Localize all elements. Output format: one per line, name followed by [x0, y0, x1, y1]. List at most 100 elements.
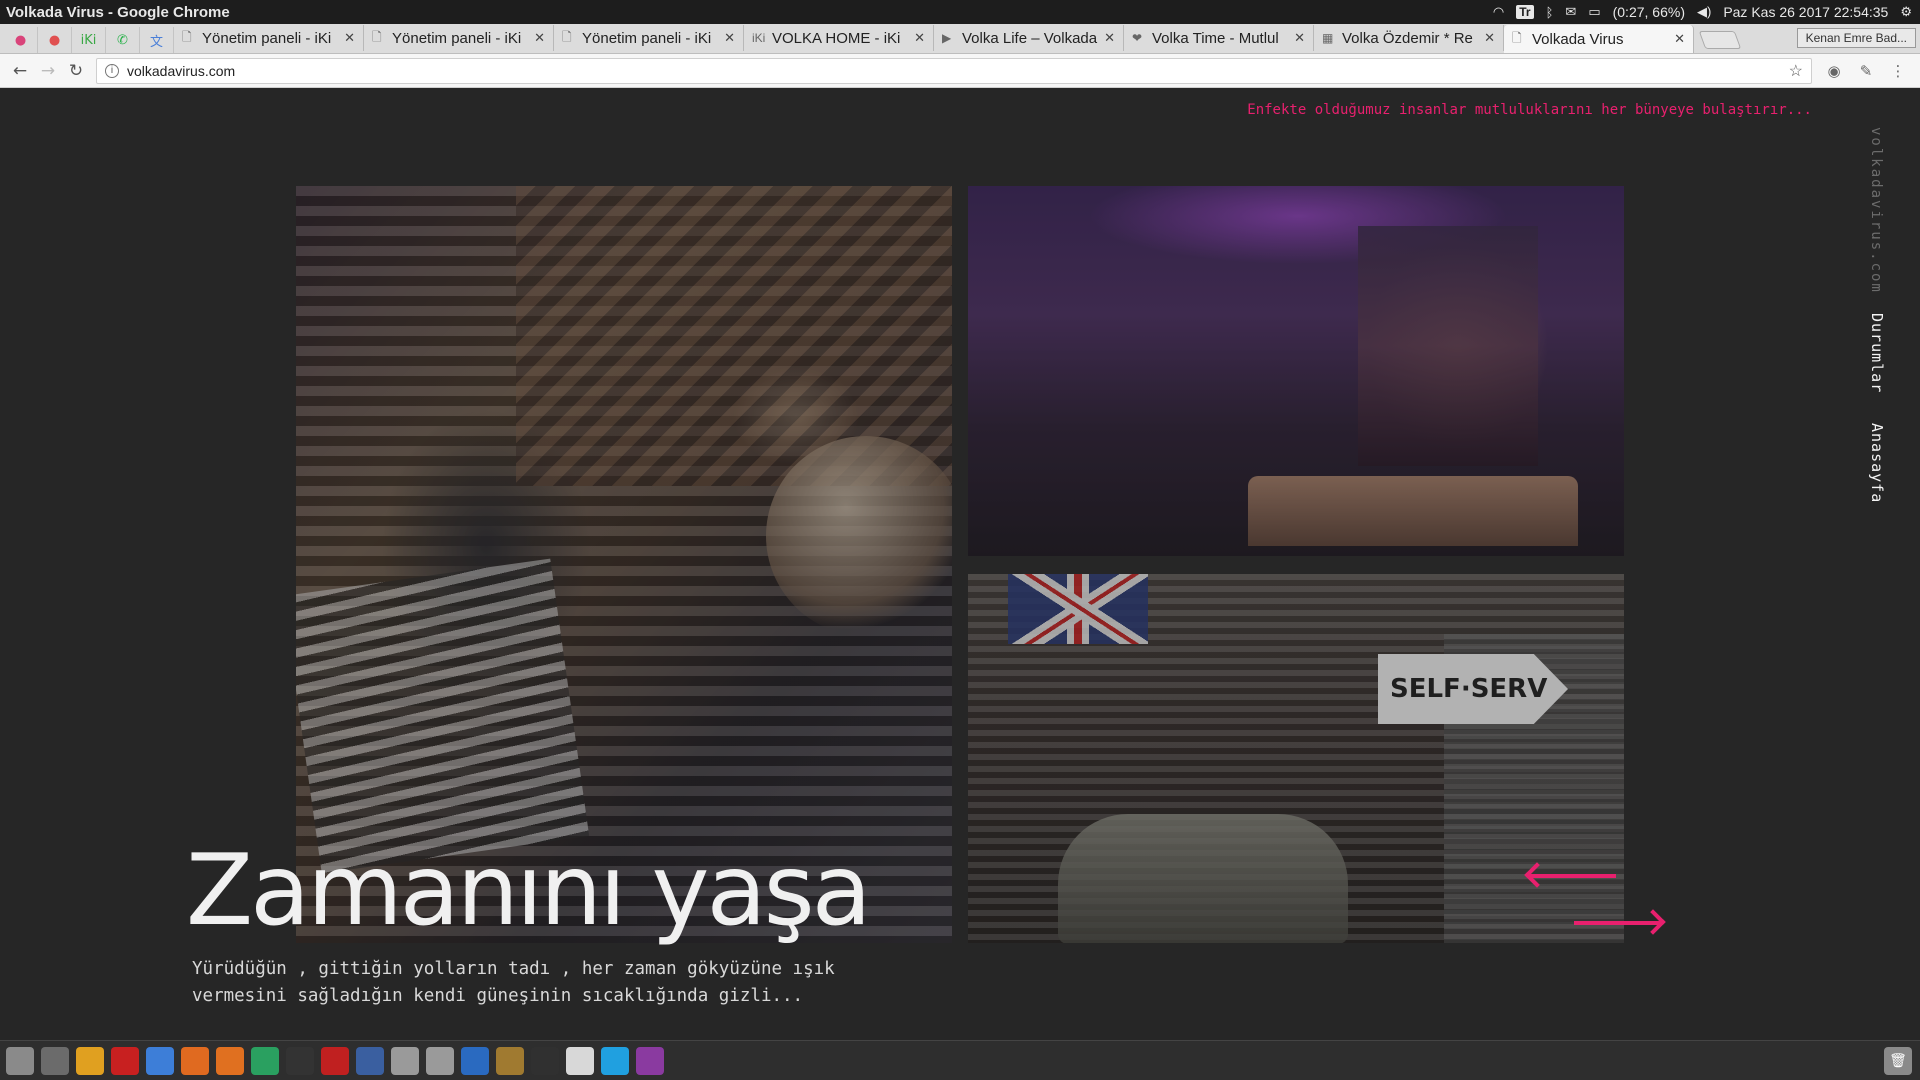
bookmark-star-icon[interactable]: ☆	[1789, 61, 1803, 81]
tab-title: Volka Life – Volkada	[962, 29, 1098, 47]
terminal-icon[interactable]	[286, 1046, 314, 1075]
photo-shade	[296, 186, 952, 943]
garage-photo-self-serv[interactable]: SELF·SERV	[968, 574, 1624, 943]
drive-icon[interactable]	[391, 1046, 419, 1075]
close-tab-icon[interactable]: ✕	[1294, 30, 1305, 46]
menu-icon[interactable]: ⋮	[1882, 62, 1914, 80]
whatsapp-icon: ✆	[117, 32, 128, 48]
browser-tab[interactable]: iKi VOLKA HOME - iKi ✕	[744, 25, 934, 51]
slider-prev-arrow-icon[interactable]	[1528, 874, 1616, 878]
browser-tab[interactable]: 🗋 Volkada Virus ✕	[1504, 25, 1694, 53]
chromium-icon[interactable]	[146, 1046, 174, 1075]
eyedropper-extension-icon[interactable]: ✎	[1850, 62, 1882, 80]
browser-tab[interactable]: 🗋 Yönetim paneli - iKi ✕	[174, 25, 364, 51]
tab-strip: ● ● iKi ✆ 文 🗋 Yönetim paneli - iKi ✕ 🗋 Yönetim p…	[0, 24, 1920, 54]
filezilla-icon[interactable]	[321, 1046, 349, 1075]
keyboard-layout-indicator[interactable]: Tr	[1516, 5, 1534, 19]
battery-icon[interactable]: ▭	[1588, 4, 1600, 20]
battery-status[interactable]: (0:27, 66%)	[1613, 4, 1685, 20]
nav-link-durumlar[interactable]: Durumlar	[1868, 313, 1886, 393]
back-arrow-icon[interactable]: ←	[6, 61, 34, 81]
web-page: Enfekte olduğumuz insanlar mutlulukların…	[0, 89, 1920, 1040]
files-icon[interactable]	[41, 1046, 69, 1075]
iki-icon: iKi	[752, 31, 766, 45]
browser-tab[interactable]: 🗋 Yönetim paneli - iKi ✕	[554, 25, 744, 51]
address-bar[interactable]: i volkadavirus.com ☆	[96, 57, 1812, 84]
page-icon: 🗋	[182, 29, 192, 44]
browser-tab[interactable]: 🗋 Yönetim paneli - iKi ✕	[364, 25, 554, 51]
wifi-icon[interactable]: ◠	[1493, 4, 1504, 20]
lounge-photo-purple[interactable]	[968, 186, 1624, 556]
trash-icon[interactable]: 🗑	[1884, 1046, 1912, 1075]
page-icon: 🗋	[372, 29, 382, 44]
video-icon[interactable]	[531, 1046, 559, 1075]
mail-icon[interactable]: ✉	[1565, 4, 1576, 20]
tab-title: Volka Özdemir * Re	[1342, 29, 1473, 47]
iki-icon: iKi	[80, 32, 97, 48]
volka-life-icon: ▶	[942, 31, 952, 45]
nav-link-anasayfa[interactable]: Anasayfa	[1868, 423, 1886, 503]
ubuntu-icon[interactable]	[6, 1046, 34, 1075]
window-title: Volkada Virus - Google Chrome	[6, 3, 230, 21]
forward-arrow-icon[interactable]: →	[34, 61, 62, 81]
system-tray: ◠ Tr ᛒ ✉ ▭ (0:27, 66%) ◀) Paz Kas 26 201…	[1493, 4, 1920, 20]
close-tab-icon[interactable]: ✕	[1484, 30, 1495, 46]
hero-photo-man-reclining[interactable]	[296, 186, 952, 943]
firefox-icon[interactable]	[181, 1046, 209, 1075]
pinned-tab[interactable]: ✆	[106, 27, 140, 53]
tab-title: Volka Time - Mutlul	[1152, 29, 1279, 47]
skype-icon[interactable]	[601, 1046, 629, 1075]
thunderbird-icon[interactable]	[461, 1046, 489, 1075]
session-gear-icon[interactable]: ⚙	[1900, 4, 1912, 20]
photo-shade	[968, 186, 1624, 556]
pinned-tab[interactable]: ●	[38, 27, 72, 53]
clock[interactable]: Paz Kas 26 2017 22:54:35	[1723, 4, 1888, 20]
translate-icon: 文	[149, 34, 163, 50]
remote-icon[interactable]	[356, 1046, 384, 1075]
app-icon: ●	[48, 32, 61, 48]
page-icon: 🗋	[1512, 30, 1522, 45]
tab-title: Yönetim paneli - iKi	[202, 29, 332, 47]
profile-button[interactable]: Kenan Emre Bad...	[1796, 28, 1916, 48]
browser-tab[interactable]: ▦ Volka Özdemir * Re ✕	[1314, 25, 1504, 51]
browser-tab[interactable]: ▶ Volka Life – Volkada ✕	[934, 25, 1124, 51]
tab-title: Yönetim paneli - iKi	[582, 29, 712, 47]
desktop-taskbar: 🗑	[0, 1040, 1920, 1080]
pinned-tab[interactable]: ●	[4, 27, 38, 53]
network-icon[interactable]	[251, 1046, 279, 1075]
settings-icon[interactable]	[216, 1046, 244, 1075]
tab-title: Volkada Virus	[1532, 30, 1624, 48]
site-icon: ▦	[1322, 31, 1334, 45]
volume-icon[interactable]: ◀)	[1697, 4, 1711, 20]
close-tab-icon[interactable]: ✕	[1104, 30, 1115, 46]
screenshot-extension-icon[interactable]: ◉	[1818, 62, 1850, 80]
photo-shade	[968, 574, 1624, 943]
site-tagline: Enfekte olduğumuz insanlar mutlulukların…	[1247, 102, 1812, 118]
text-editor-icon[interactable]	[566, 1046, 594, 1075]
chrome-icon[interactable]	[76, 1046, 104, 1075]
pinned-tab[interactable]: iKi	[72, 27, 106, 53]
drive-icon[interactable]	[426, 1046, 454, 1075]
new-tab-button[interactable]	[1698, 31, 1742, 49]
bluetooth-icon[interactable]: ᛒ	[1546, 5, 1554, 20]
page-icon: 🗋	[562, 29, 572, 44]
archive-icon[interactable]	[496, 1046, 524, 1075]
close-tab-icon[interactable]: ✕	[344, 30, 355, 46]
opera-icon[interactable]	[111, 1046, 139, 1075]
close-tab-icon[interactable]: ✕	[1674, 31, 1685, 47]
headline-description: Yürüdüğün , gittiğin yolların tadı , her…	[192, 959, 835, 1006]
side-domain-label: volkadavirus.com	[1868, 127, 1884, 294]
reload-icon[interactable]: ↻	[62, 61, 90, 81]
pinned-tab[interactable]: 文	[140, 27, 174, 53]
close-tab-icon[interactable]: ✕	[534, 30, 545, 46]
tab-title: Yönetim paneli - iKi	[392, 29, 522, 47]
close-tab-icon[interactable]: ✕	[914, 30, 925, 46]
slider-next-arrow-icon[interactable]	[1574, 921, 1662, 925]
page-headline: Zamanını yaşa	[186, 834, 872, 948]
browser-tab[interactable]: ❤ Volka Time - Mutlul ✕	[1124, 25, 1314, 51]
window-icon[interactable]	[636, 1046, 664, 1075]
site-info-icon[interactable]: i	[105, 63, 119, 78]
url-text[interactable]: volkadavirus.com	[127, 63, 235, 79]
close-tab-icon[interactable]: ✕	[724, 30, 735, 46]
system-top-bar: Volkada Virus - Google Chrome ◠ Tr ᛒ ✉ ▭…	[0, 0, 1920, 24]
